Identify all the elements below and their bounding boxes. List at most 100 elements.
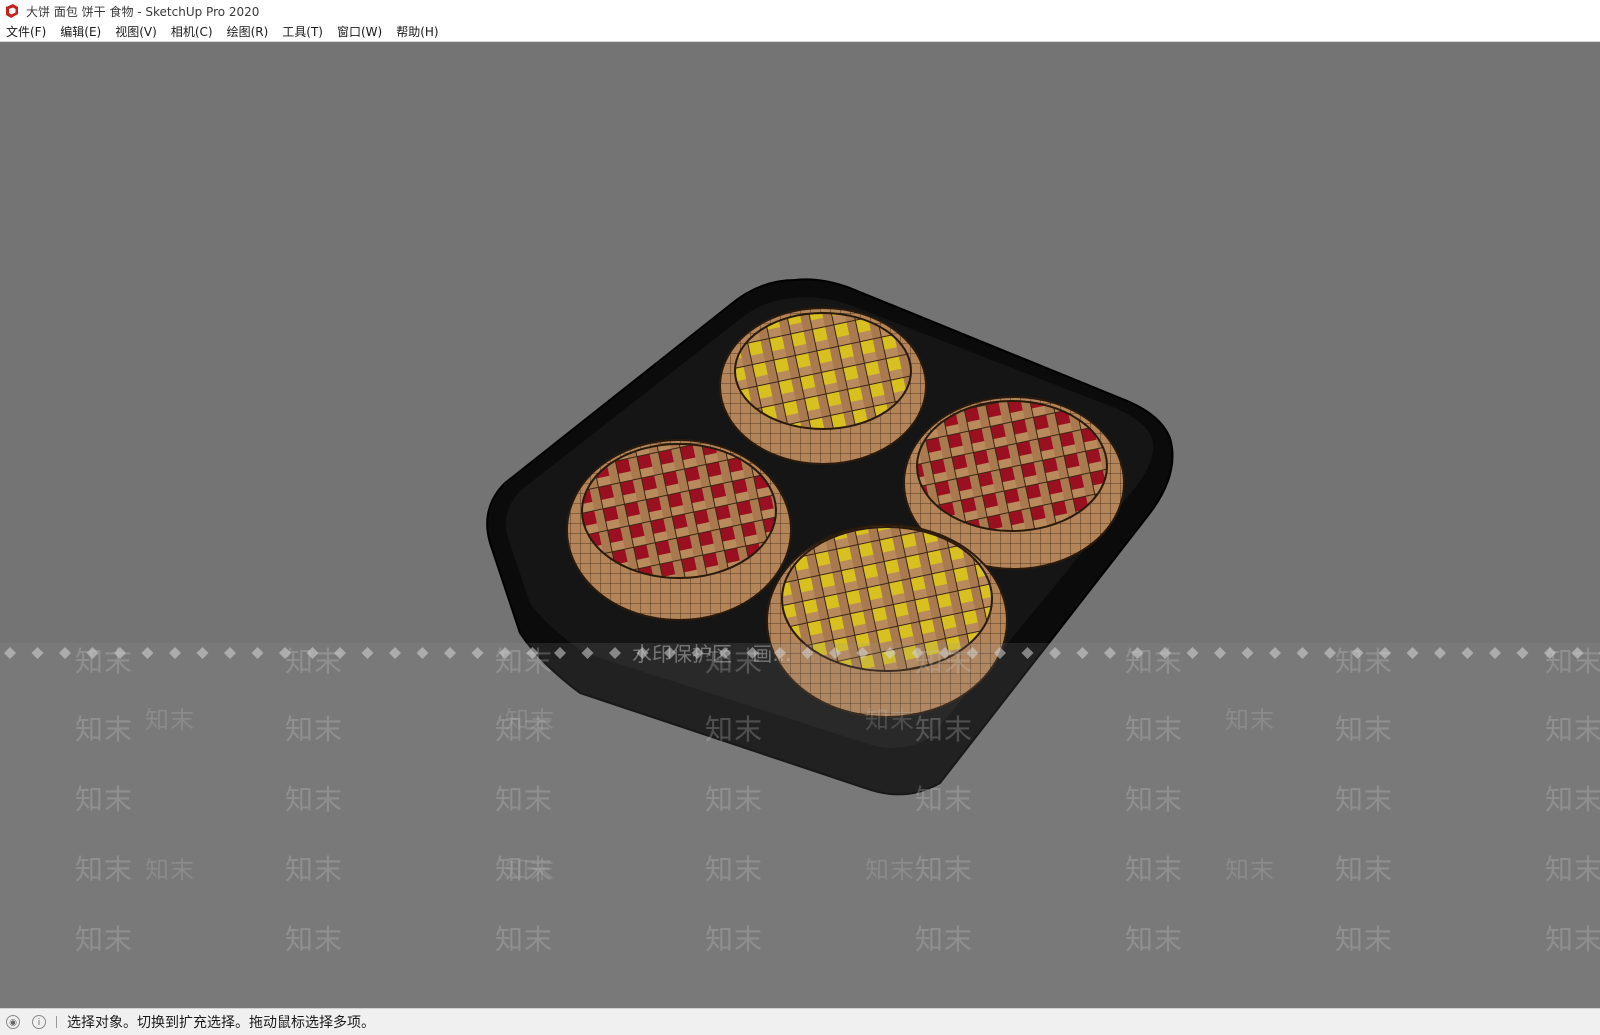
- watermark-tile: 知末: [705, 713, 764, 746]
- watermark-tile: 知末: [1545, 713, 1600, 746]
- menu-window[interactable]: 窗口(W): [330, 22, 389, 42]
- modeling-viewport[interactable]: 水印保护区 画... 知末 知末 知末 知末 知末 知末 知末 知末 知末 知末 知末 知末 知末 知末知…: [0, 43, 1600, 1008]
- watermark-diamond: [1434, 647, 1446, 659]
- watermark-tile: 知末: [915, 713, 974, 746]
- watermark-tile: 知末: [1545, 783, 1600, 816]
- watermark-tile-small: 知末: [145, 856, 195, 884]
- info-icon[interactable]: i: [32, 1015, 46, 1029]
- watermark-tile: 知末: [285, 783, 344, 816]
- watermark-tile: 知末: [705, 645, 764, 678]
- watermark-tile: 知末: [705, 853, 764, 886]
- watermark-tile: 知末: [1335, 853, 1394, 886]
- watermark-diamond: [1461, 647, 1474, 659]
- watermark-diamond: [416, 647, 429, 659]
- watermark-tile-small: 知末: [865, 856, 915, 884]
- watermark-tile: 知末: [285, 645, 344, 678]
- watermark-diamond: [1076, 647, 1089, 659]
- watermark-diamond: [1021, 647, 1034, 659]
- menu-edit[interactable]: 编辑(E): [53, 22, 108, 42]
- watermark-diamond: [1269, 647, 1281, 659]
- menu-help[interactable]: 帮助(H): [389, 22, 445, 42]
- watermark-tile: 知末: [1335, 713, 1394, 746]
- watermark-diamond: [59, 647, 71, 659]
- menu-bar: 文件(F) 编辑(E) 视图(V) 相机(C) 绘图(R) 工具(T) 窗口(W…: [0, 22, 1600, 42]
- status-message: 选择对象。切换到扩充选择。拖动鼠标选择多项。: [67, 1015, 375, 1031]
- watermark-diamond: [829, 647, 841, 659]
- pie-yellow-bottom: [766, 524, 1008, 718]
- watermark-tile: 知末: [495, 645, 554, 678]
- watermark-diamond: [856, 647, 869, 659]
- watermark-tile-small: 知末: [145, 706, 195, 734]
- watermark-tile-small: 知末: [1225, 706, 1275, 734]
- watermark-diamond: [581, 647, 594, 659]
- watermark-tile: 知末: [495, 923, 554, 956]
- watermark-tile: 知末: [285, 853, 344, 886]
- status-bar: ◉ i 选择对象。切换到扩充选择。拖动鼠标选择多项。: [0, 1008, 1600, 1035]
- sketchup-logo-icon: [6, 4, 18, 18]
- menu-tools[interactable]: 工具(T): [275, 22, 330, 42]
- watermark-tile: 知末: [285, 713, 344, 746]
- watermark-tile: 知末: [1545, 645, 1600, 678]
- watermark-tile-small: 知末: [505, 856, 555, 884]
- watermark-diamond: [196, 647, 209, 659]
- watermark-tile: 知末: [75, 645, 134, 678]
- watermark-diamond: [169, 647, 181, 659]
- watermark-tile: 知末: [1335, 645, 1394, 678]
- watermark-tile: 知末: [915, 853, 974, 886]
- watermark-diamond: [994, 647, 1006, 659]
- watermark-tile-small: 知末: [865, 706, 915, 734]
- watermark-tile: 知末: [915, 783, 974, 816]
- watermark-diamond: [554, 647, 566, 659]
- menu-file[interactable]: 文件(F): [0, 22, 53, 42]
- watermark-diamond: [4, 647, 16, 659]
- status-separator: [56, 1016, 57, 1028]
- title-bar: 大饼 面包 饼干 食物 - SketchUp Pro 2020: [0, 0, 1600, 22]
- watermark-diamond: [1489, 647, 1501, 659]
- watermark-diamond: [1049, 647, 1061, 659]
- watermark-tile: 知末: [495, 783, 554, 816]
- watermark-diamond: [1104, 647, 1116, 659]
- watermark-tile: 知末: [915, 923, 974, 956]
- watermark-diamond: [141, 647, 154, 659]
- watermark-tile: 知末: [705, 923, 764, 956]
- watermark-diamond: [801, 647, 814, 659]
- watermark-tile: 知末: [705, 783, 764, 816]
- geo-location-icon[interactable]: ◉: [6, 1015, 20, 1029]
- watermark-diamond: [884, 647, 896, 659]
- watermark-tile: 知末: [1545, 853, 1600, 886]
- watermark-diamond: [251, 647, 264, 659]
- pie-red-left: [566, 439, 792, 621]
- watermark-diamond: [1516, 647, 1529, 659]
- watermark-diamond: [609, 647, 621, 659]
- watermark-diamond: [1406, 647, 1419, 659]
- watermark-diamond: [1186, 647, 1199, 659]
- watermark-tile: 知末: [285, 923, 344, 956]
- watermark-diamond: [1241, 647, 1254, 659]
- watermark-tile: 知末: [1125, 713, 1184, 746]
- watermark-diamond: [444, 647, 456, 659]
- window-title: 大饼 面包 饼干 食物 - SketchUp Pro 2020: [26, 4, 260, 19]
- watermark-tile: 知末: [75, 783, 134, 816]
- watermark-tile: 知末: [1125, 923, 1184, 956]
- watermark-tile: 知末: [1125, 783, 1184, 816]
- watermark-tile: 知末: [75, 713, 134, 746]
- watermark-diamond: [389, 647, 401, 659]
- watermark-diamond: [471, 647, 484, 659]
- watermark-tile-small: 知末: [505, 706, 555, 734]
- watermark-tile: 知末: [1125, 645, 1184, 678]
- watermark-tile: 知末: [75, 853, 134, 886]
- watermark-tile: 知末: [1335, 923, 1394, 956]
- menu-camera[interactable]: 相机(C): [164, 22, 220, 42]
- watermark-diamond: [1214, 647, 1226, 659]
- watermark-diamond: [361, 647, 374, 659]
- menu-draw[interactable]: 绘图(R): [220, 22, 276, 42]
- watermark-diamond: [224, 647, 236, 659]
- pie-yellow-top: [719, 307, 927, 465]
- watermark-diamond: [31, 647, 44, 659]
- watermark-tile: 知末: [75, 923, 134, 956]
- watermark-tile: 知末: [1125, 853, 1184, 886]
- watermark-tile: 知末: [1335, 783, 1394, 816]
- watermark-diamond: [1296, 647, 1309, 659]
- watermark-tile: 知末: [1545, 923, 1600, 956]
- menu-view[interactable]: 视图(V): [108, 22, 164, 42]
